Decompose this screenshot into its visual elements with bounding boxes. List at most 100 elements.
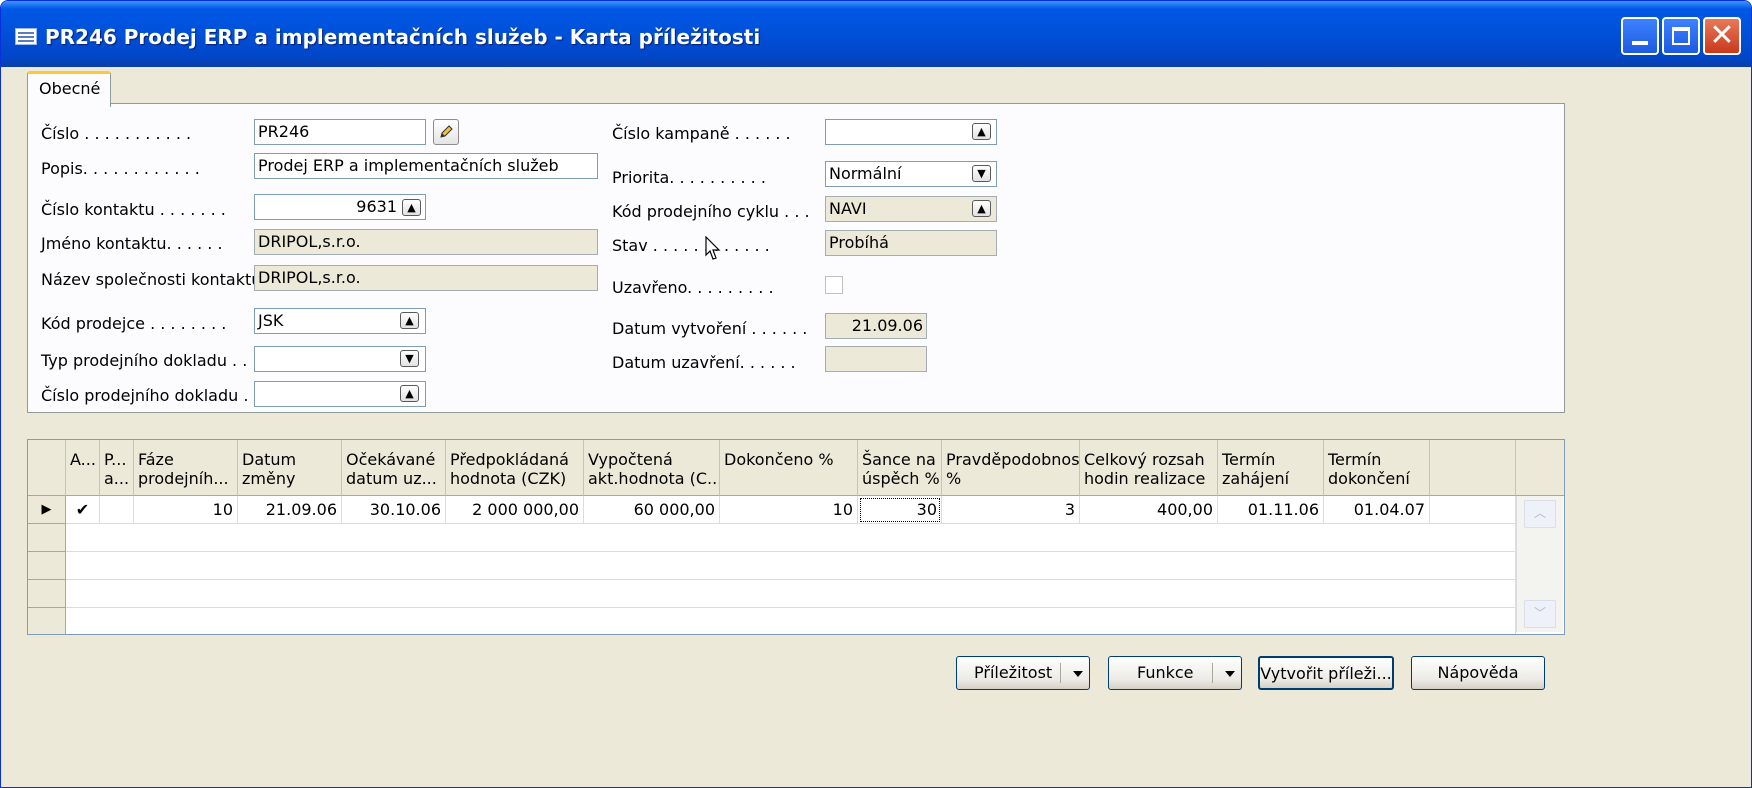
- funkce-label: Funkce: [1137, 663, 1194, 682]
- col-header-termin-zahajeni[interactable]: Termín zahájení: [1218, 440, 1324, 496]
- app-icon: [15, 28, 37, 45]
- cell-dokonceno[interactable]: 10: [720, 496, 858, 524]
- cell-empty: [1430, 496, 1516, 524]
- cell-pravdepodobnost[interactable]: 3: [942, 496, 1080, 524]
- current-row-icon: ▶: [41, 502, 52, 517]
- col-header-sance[interactable]: Šance na úspěch %: [858, 440, 942, 496]
- scroll-down-button[interactable]: ﹀: [1524, 600, 1556, 628]
- row-selector[interactable]: [28, 608, 66, 634]
- maximize-button[interactable]: [1662, 17, 1700, 55]
- label-priorita: Priorita. . . . . . . . . .: [612, 168, 766, 187]
- label-cislo-kampane: Číslo kampaně . . . . . .: [612, 124, 791, 143]
- empty-row[interactable]: [66, 552, 1516, 580]
- col-header-faze[interactable]: Fáze prodejníh...: [134, 440, 238, 496]
- col-header-termin-dokonceni[interactable]: Termín dokončení: [1324, 440, 1430, 496]
- minimize-button[interactable]: [1621, 17, 1659, 55]
- cell-datum-zmeny[interactable]: 21.09.06: [238, 496, 342, 524]
- title-bar[interactable]: PR246 Prodej ERP a implementačních služe…: [1, 1, 1751, 67]
- col-header-celkovy-rozsah[interactable]: Celkový rozsah hodin realizace: [1080, 440, 1218, 496]
- close-button[interactable]: ✕: [1703, 17, 1741, 55]
- edit-button[interactable]: [433, 119, 459, 145]
- prilezitost-label: Příležitost: [974, 663, 1053, 682]
- col-header-predpokladana-hodnota[interactable]: Předpokládaná hodnota (CZK): [446, 440, 584, 496]
- mouse-cursor-icon: [705, 236, 721, 260]
- row-selector[interactable]: [28, 552, 66, 580]
- cell-predpokladana-hodnota[interactable]: 2 000 000,00: [446, 496, 584, 524]
- chevron-down-icon: ▼: [977, 167, 986, 180]
- col-header-vypoctena-hodnota[interactable]: Vypočtená akt.hodnota (C...: [584, 440, 720, 496]
- col-header-dokonceno[interactable]: Dokončeno %: [720, 440, 858, 496]
- vertical-scrollbar[interactable]: ︿ ﹀: [1516, 496, 1563, 632]
- nazev-spolecnosti-field: DRIPOL,s.r.o.: [254, 265, 598, 291]
- cell-sance-focused[interactable]: 30: [858, 496, 942, 524]
- window-title: PR246 Prodej ERP a implementačních služe…: [45, 25, 761, 49]
- minimize-icon: [1632, 41, 1648, 45]
- cell-faze[interactable]: 10: [134, 496, 238, 524]
- doc-number-lookup-button[interactable]: ▲: [400, 385, 419, 402]
- col-header-a[interactable]: A...: [66, 440, 100, 496]
- label-datum-vytvoreni: Datum vytvoření . . . . . .: [612, 319, 808, 338]
- empty-row[interactable]: [66, 608, 1516, 634]
- col-header-pravdepodobnost[interactable]: Pravděpodobnost%: [942, 440, 1080, 496]
- opportunity-lines-grid: A... P... a... Fáze prodejníh... Datum změn…: [27, 439, 1565, 635]
- label-kod-prodejce: Kód prodejce . . . . . . . .: [41, 314, 227, 333]
- label-typ-prodejniho-dokladu: Typ prodejního dokladu . .: [41, 351, 248, 370]
- row-selector[interactable]: [28, 580, 66, 608]
- chevron-up-icon: ︿: [1533, 506, 1546, 520]
- cell-termin-zahajeni[interactable]: 01.11.06: [1218, 496, 1324, 524]
- cell-termin-dokonceni[interactable]: 01.04.07: [1324, 496, 1430, 524]
- funkce-menu-button[interactable]: Funkce: [1108, 656, 1242, 690]
- cell-vypoctena-hodnota[interactable]: 60 000,00: [584, 496, 720, 524]
- col-header-p[interactable]: P... a...: [100, 440, 134, 496]
- row-selector[interactable]: [28, 524, 66, 552]
- cell-active-check[interactable]: ✔: [66, 496, 100, 524]
- opportunity-card-window: PR246 Prodej ERP a implementačních služe…: [0, 0, 1752, 788]
- salesperson-lookup-button[interactable]: ▲: [400, 312, 419, 329]
- campaign-lookup-button[interactable]: ▲: [972, 123, 991, 140]
- cell-p[interactable]: [100, 496, 134, 524]
- tab-label: Obecné: [39, 79, 101, 98]
- lookup-icon: ▲: [405, 387, 414, 400]
- chevron-down-icon: ﹀: [1533, 606, 1546, 620]
- chevron-down-icon: ▼: [405, 352, 414, 365]
- datum-uzavreni-field: [825, 346, 927, 372]
- cell-celkovy-rozsah[interactable]: 400,00: [1080, 496, 1218, 524]
- prilezitost-menu-button[interactable]: Příležitost: [956, 656, 1090, 690]
- cell-ocekavane-datum[interactable]: 30.10.06: [342, 496, 446, 524]
- priority-dropdown-button[interactable]: ▼: [972, 165, 991, 182]
- empty-row[interactable]: [66, 580, 1516, 608]
- contact-lookup-button[interactable]: ▲: [402, 199, 421, 216]
- cislo-kontaktu-field[interactable]: 9631: [254, 194, 426, 220]
- stav-field: Probíhá: [825, 230, 997, 256]
- col-header-ocekavane-datum[interactable]: Očekávané datum uz...: [342, 440, 446, 496]
- pencil-icon: [440, 125, 453, 138]
- maximize-icon: [1672, 27, 1690, 45]
- label-cislo: Číslo . . . . . . . . . . .: [41, 124, 192, 143]
- scroll-up-button[interactable]: ︿: [1524, 500, 1556, 528]
- popis-field[interactable]: Prodej ERP a implementačních služeb: [254, 153, 598, 179]
- label-popis: Popis. . . . . . . . . . . .: [41, 159, 200, 178]
- chevron-down-icon: [1073, 671, 1083, 677]
- lookup-icon: ▲: [977, 202, 986, 215]
- row-selector-current[interactable]: ▶: [28, 496, 66, 524]
- col-header-datum-zmeny[interactable]: Datum změny: [238, 440, 342, 496]
- label-datum-uzavreni: Datum uzavření. . . . . .: [612, 353, 796, 372]
- vytvorit-prilezitost-button[interactable]: Vytvořit příleži...: [1258, 656, 1394, 690]
- doc-type-dropdown-button[interactable]: ▼: [400, 350, 419, 367]
- napoveda-button[interactable]: Nápověda: [1411, 656, 1545, 690]
- jmeno-kontaktu-field: DRIPOL,s.r.o.: [254, 229, 598, 255]
- datum-vytvoreni-field: 21.09.06: [825, 313, 927, 339]
- sales-cycle-lookup-button[interactable]: ▲: [972, 200, 991, 217]
- empty-row[interactable]: [66, 524, 1516, 552]
- label-jmeno-kontaktu: Jméno kontaktu. . . . . .: [41, 234, 223, 253]
- label-cislo-prodejniho-dokladu: Číslo prodejního dokladu .: [41, 386, 249, 405]
- tab-obecne[interactable]: Obecné: [27, 71, 111, 107]
- chevron-down-icon: [1225, 671, 1235, 677]
- lookup-icon: ▲: [407, 201, 416, 214]
- label-cislo-kontaktu: Číslo kontaktu . . . . . . .: [41, 200, 226, 219]
- cislo-field[interactable]: PR246: [254, 119, 426, 145]
- uzavreno-checkbox[interactable]: [825, 276, 843, 294]
- col-header-scroll: [1516, 440, 1564, 496]
- lookup-icon: ▲: [977, 125, 986, 138]
- label-stav: Stav . . . . . . . . . . . .: [612, 236, 770, 255]
